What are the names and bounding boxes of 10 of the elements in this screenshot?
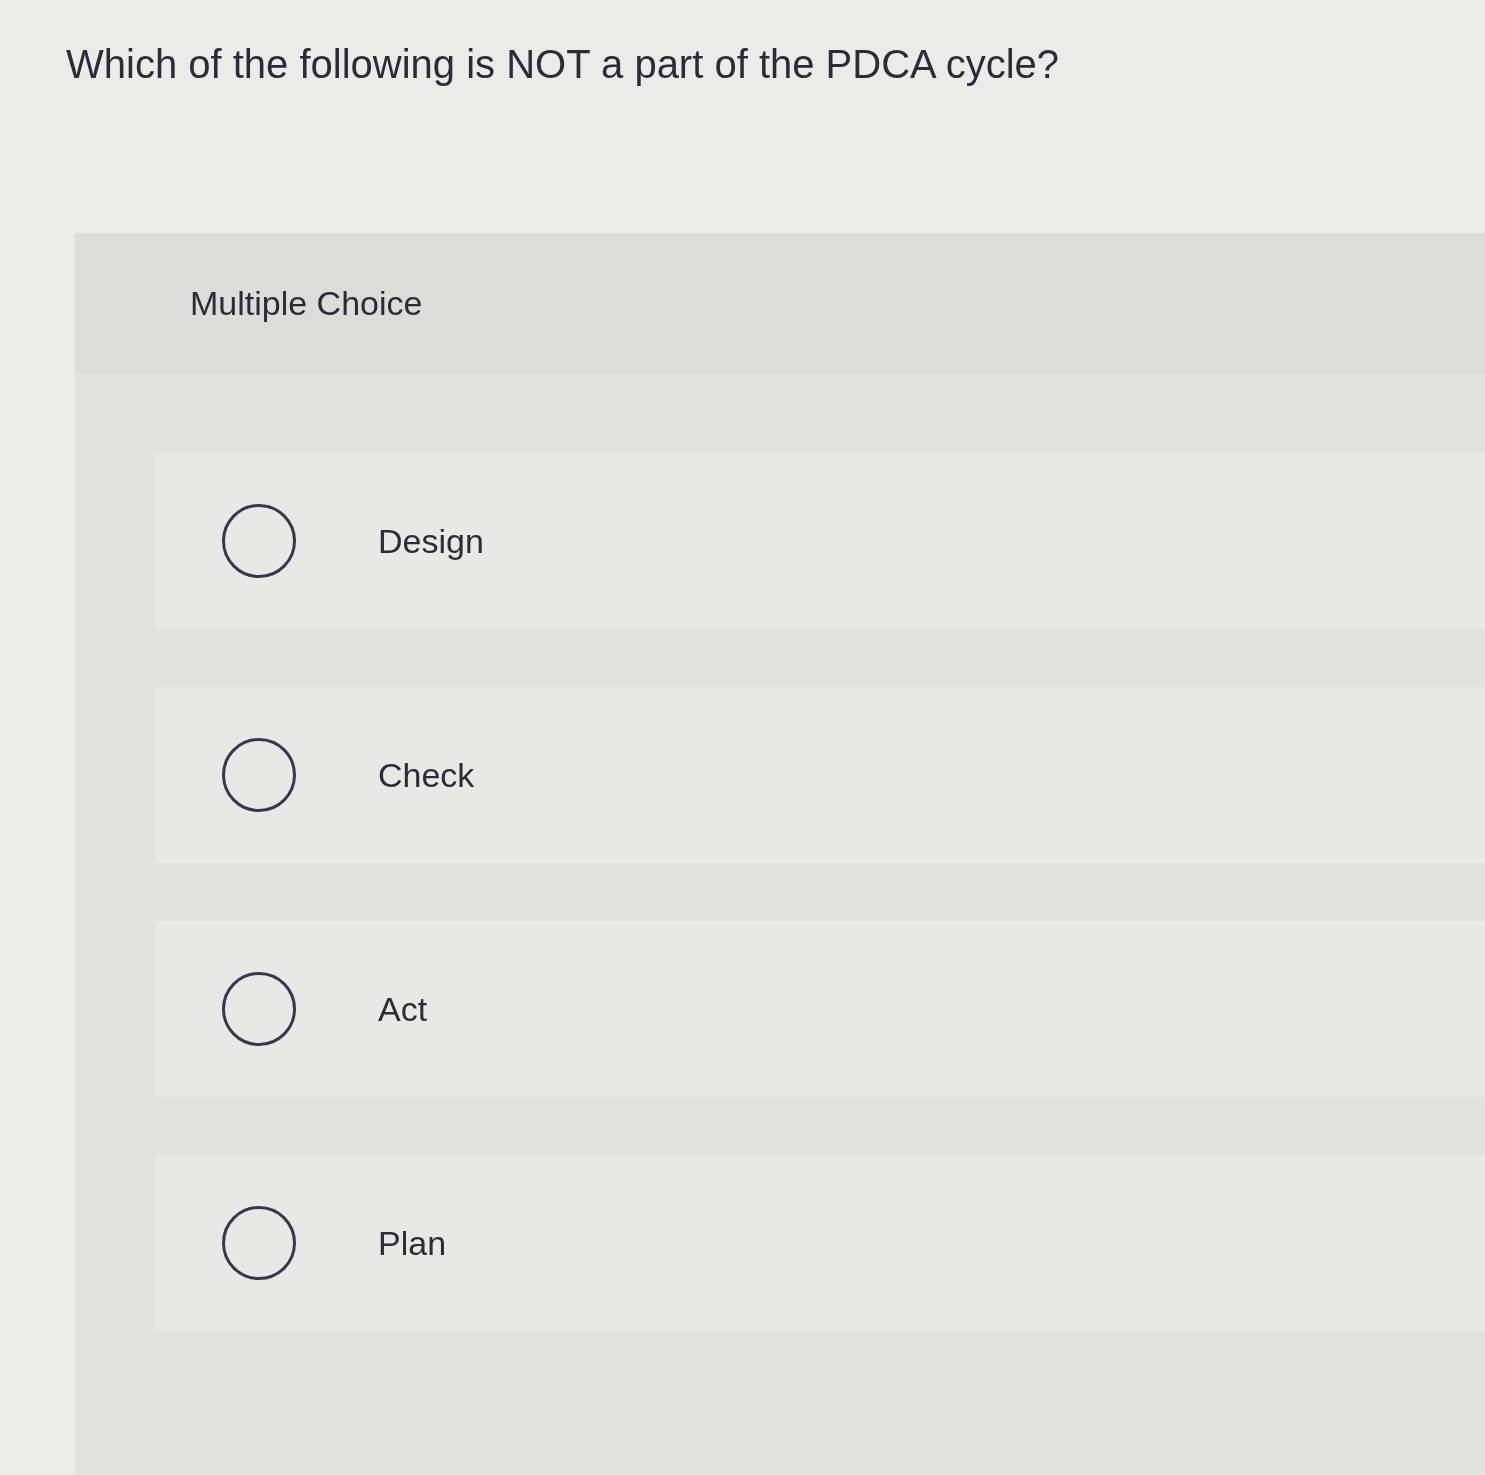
question-type-label: Multiple Choice xyxy=(190,282,423,324)
question-text: Which of the following is NOT a part of the PDCA cycle? xyxy=(66,41,1060,88)
radio-button[interactable] xyxy=(222,972,296,1046)
radio-button[interactable] xyxy=(222,738,296,812)
option-label[interactable]: Plan xyxy=(378,1217,447,1269)
option-label[interactable]: Check xyxy=(378,749,475,801)
radio-button[interactable] xyxy=(222,504,296,578)
option-label[interactable]: Design xyxy=(378,515,484,567)
option-label[interactable]: Act xyxy=(378,983,428,1035)
radio-button[interactable] xyxy=(222,1206,296,1280)
